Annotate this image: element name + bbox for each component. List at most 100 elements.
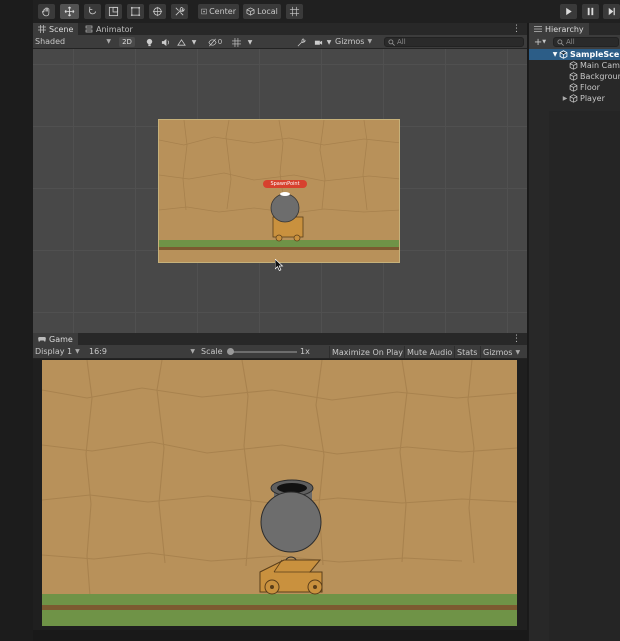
chevron-down-icon: ▼ <box>515 348 521 356</box>
scale-value: 1x <box>300 347 310 356</box>
unity-scene-icon <box>559 50 568 59</box>
aspect-dropdown[interactable]: 16:9 ▼ <box>89 346 195 357</box>
hierarchy-item-floor[interactable]: Floor <box>529 82 620 93</box>
chevron-down-icon: ▼ <box>367 38 373 45</box>
effects-dropdown-icon[interactable]: ▼ <box>189 37 199 47</box>
hierarchy-scene-row[interactable]: ▼ SampleScene <box>529 49 620 60</box>
play-button[interactable] <box>560 4 577 19</box>
scene-viewport[interactable]: SpawnPoint <box>33 49 527 333</box>
scene-tabbar: Scene Animator ⋮ <box>33 23 527 35</box>
hierarchy-panel: Hierarchy +▼ All ▼ SampleScene Main Came… <box>528 23 620 641</box>
pivot-local-button[interactable]: Local <box>243 4 281 19</box>
add-object-button[interactable]: + ▼ <box>532 36 548 48</box>
mode-2d-toggle[interactable]: 2D <box>119 37 135 47</box>
camera-dropdown-icon[interactable]: ▼ <box>324 37 334 47</box>
scale-slider-handle[interactable] <box>227 348 234 355</box>
hierarchy-item-label: Background <box>580 72 620 81</box>
grid-snap-button[interactable] <box>286 4 303 19</box>
game-viewport[interactable] <box>42 360 517 626</box>
hidden-count: 0 <box>217 38 223 46</box>
game-menu-icon[interactable]: ⋮ <box>512 334 521 344</box>
move-tool-button[interactable] <box>60 4 79 19</box>
grid-dropdown-icon[interactable]: ▼ <box>245 37 255 47</box>
rect-tool-button[interactable] <box>127 4 144 19</box>
audio-icon[interactable] <box>160 37 170 47</box>
scene-menu-icon[interactable]: ⋮ <box>512 24 521 34</box>
play-icon <box>566 7 572 16</box>
local-cube-icon <box>246 7 255 16</box>
scene-background <box>159 120 399 262</box>
mute-audio-button[interactable]: Mute Audio <box>404 346 454 358</box>
effects-icon[interactable] <box>176 37 186 47</box>
scene-toolbar: Shaded ▼ 2D ▼ 0 ▼ ▼ Gizmos ▼ All <box>33 35 527 49</box>
hierarchy-item-main-camera[interactable]: Main Camera <box>529 60 620 71</box>
tab-game-label: Game <box>49 334 73 344</box>
tab-scene[interactable]: Scene <box>33 23 79 35</box>
eye-slash-icon <box>208 38 217 46</box>
tab-game[interactable]: Game <box>33 333 78 345</box>
game-render <box>42 360 517 626</box>
scale-label: Scale <box>201 347 223 356</box>
display-dropdown[interactable]: Display 1 ▼ <box>35 346 87 357</box>
scale-slider-track[interactable] <box>229 351 297 353</box>
custom-tool-button[interactable] <box>171 4 188 19</box>
hand-tool-button[interactable] <box>38 4 55 19</box>
scene-visibility-toggle[interactable]: 0 <box>205 37 225 47</box>
animator-icon <box>85 25 93 33</box>
expand-arrow-icon[interactable]: ▶ <box>561 95 569 102</box>
hierarchy-search-input[interactable]: All <box>553 37 619 47</box>
expand-arrow-icon: ▼ <box>552 51 558 58</box>
tab-animator-label: Animator <box>96 24 133 34</box>
hierarchy-item-background[interactable]: Background <box>529 71 620 82</box>
pivot-center-label: Center <box>209 7 236 16</box>
scene-gizmos-dropdown[interactable]: Gizmos ▼ <box>335 36 379 47</box>
list-icon <box>534 26 542 32</box>
gameobject-cube-icon <box>569 83 578 92</box>
plus-icon: + <box>533 36 543 48</box>
pivot-local-label: Local <box>257 7 278 16</box>
step-button[interactable] <box>603 4 620 19</box>
chevron-down-icon: ▼ <box>106 38 111 45</box>
search-icon <box>388 38 395 46</box>
hierarchy-search-placeholder: All <box>566 38 575 46</box>
search-icon <box>557 38 564 46</box>
stats-button[interactable]: Stats <box>454 346 479 358</box>
maximize-on-play-button[interactable]: Maximize On Play <box>329 346 405 358</box>
rotate-tool-button[interactable] <box>84 4 101 19</box>
left-gutter <box>0 0 33 641</box>
pause-button[interactable] <box>582 4 599 19</box>
grid-toggle-icon[interactable] <box>231 37 241 47</box>
camera-icon[interactable] <box>313 37 323 47</box>
lighting-icon[interactable] <box>144 37 154 47</box>
chevron-down-icon: ▼ <box>190 348 195 355</box>
tab-animator[interactable]: Animator <box>80 23 138 35</box>
tab-hierarchy[interactable]: Hierarchy <box>529 23 589 35</box>
transform-tool-button[interactable] <box>149 4 166 19</box>
hierarchy-tabbar: Hierarchy <box>529 23 620 35</box>
pivot-center-icon <box>201 8 207 15</box>
scale-tool-button[interactable] <box>105 4 122 19</box>
spawn-point-label[interactable]: SpawnPoint <box>263 180 307 188</box>
aspect-label: 16:9 <box>89 347 107 356</box>
hierarchy-toolbar: + ▼ All <box>529 35 620 49</box>
game-gizmos-label: Gizmos <box>483 347 513 357</box>
tools-icon[interactable] <box>296 37 306 47</box>
tab-hierarchy-label: Hierarchy <box>545 24 584 34</box>
shading-mode-dropdown[interactable]: Shaded ▼ <box>35 36 113 47</box>
game-panel: Game ⋮ Display 1 ▼ 16:9 ▼ Scale 1x Maxim… <box>33 333 527 630</box>
transform-icon <box>152 6 163 17</box>
pivot-center-button[interactable]: Center <box>198 4 239 19</box>
scene-camera-frame: SpawnPoint <box>158 119 400 263</box>
scale-icon <box>108 6 119 17</box>
tab-scene-label: Scene <box>49 24 74 34</box>
move-arrows-icon <box>64 6 75 17</box>
hierarchy-item-player[interactable]: ▶ Player <box>529 93 620 104</box>
pause-icon <box>587 7 594 16</box>
scene-name: SampleScene <box>570 50 620 59</box>
hierarchy-item-label: Floor <box>580 83 600 92</box>
scene-grid-icon <box>38 25 46 33</box>
rect-transform-icon <box>130 6 141 17</box>
scene-search-input[interactable]: All <box>384 37 524 47</box>
chevron-down-icon: ▼ <box>542 39 547 45</box>
game-gizmos-dropdown[interactable]: Gizmos ▼ <box>480 346 527 358</box>
